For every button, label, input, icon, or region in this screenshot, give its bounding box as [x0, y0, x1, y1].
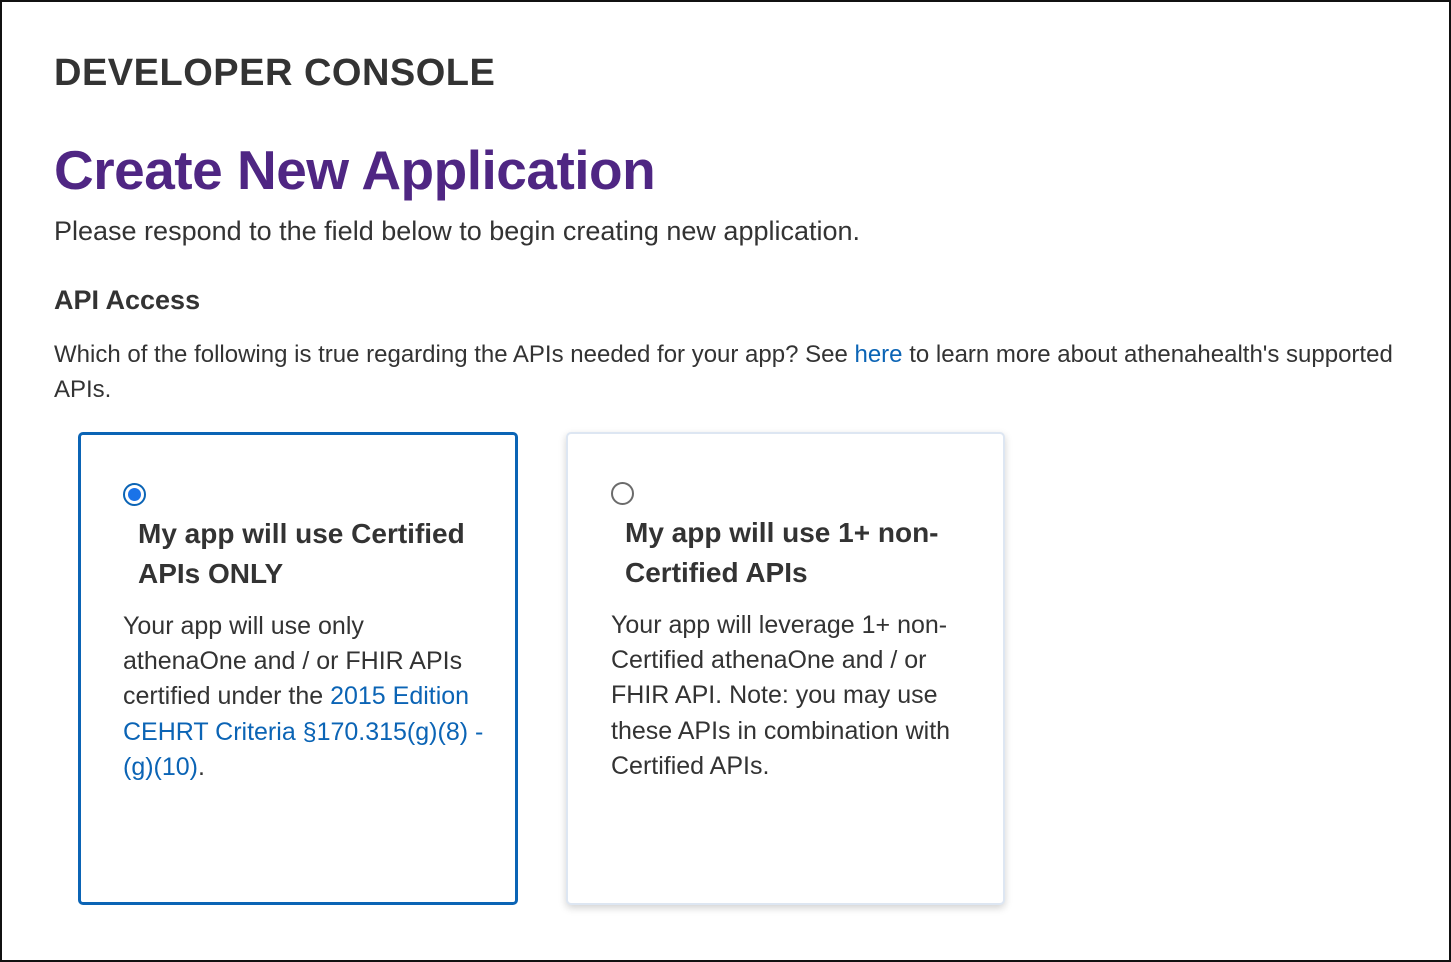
option-title-certified: My app will use Certified APIs ONLY — [138, 518, 465, 589]
console-title: DEVELOPER CONSOLE — [54, 52, 496, 94]
radio-non-certified[interactable] — [611, 482, 634, 505]
option-card-non-certified[interactable]: My app will use 1+ non-Certified APIs Yo… — [566, 432, 1005, 905]
radio-certified[interactable] — [123, 483, 146, 506]
api-access-title: API Access — [54, 285, 201, 315]
question-text-start: Which of the following is true regarding… — [54, 341, 855, 368]
page-frame: DEVELOPER CONSOLE Create New Application… — [0, 0, 1451, 962]
page-title: Create New Application — [54, 139, 656, 201]
option-title-non-certified: My app will use 1+ non-Certified APIs — [625, 517, 939, 588]
option-card-certified[interactable]: My app will use Certified APIs ONLY Your… — [78, 432, 518, 905]
option-description-non-certified: Your app will leverage 1+ non-Certified … — [611, 611, 951, 780]
option-description-certified: Your app will use only athenaOne and / o… — [123, 609, 493, 785]
learn-more-link[interactable]: here — [854, 341, 902, 368]
option-description-end: . — [198, 752, 205, 781]
api-access-question: Which of the following is true regarding… — [54, 337, 1424, 407]
intro-text: Please respond to the field below to beg… — [54, 216, 861, 246]
